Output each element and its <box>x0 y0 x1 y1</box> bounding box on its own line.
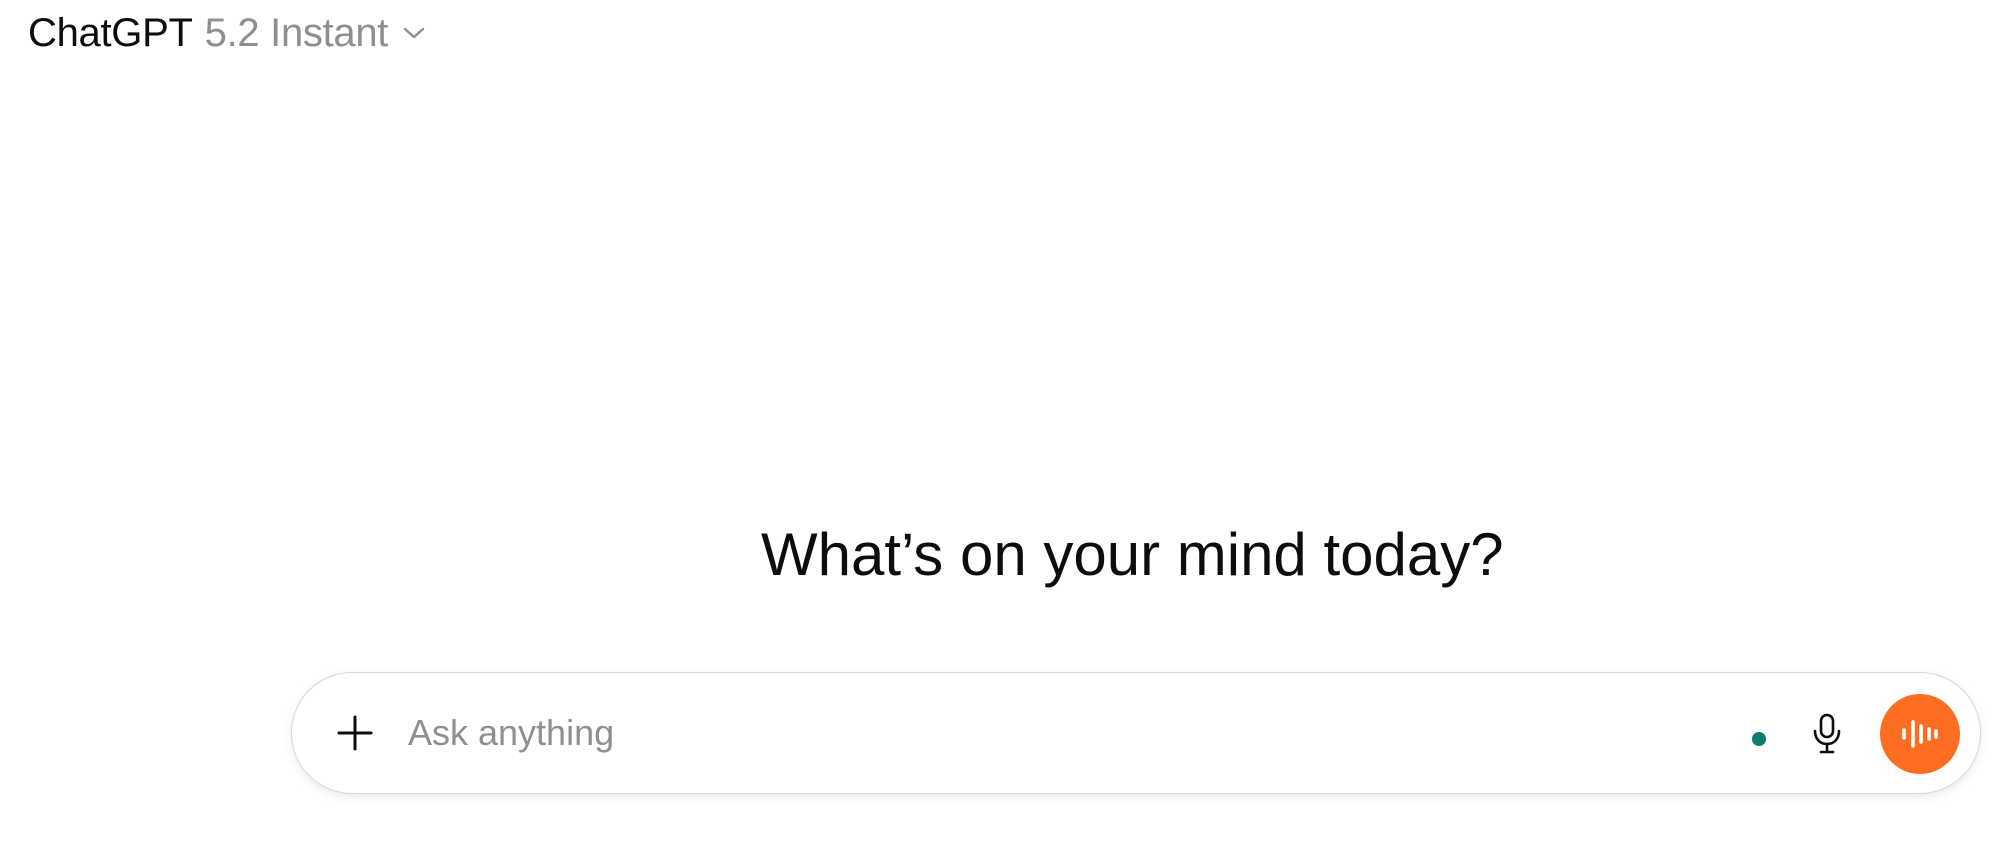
add-attachment-button[interactable] <box>332 710 378 756</box>
chat-app: ChatGPT 5.2 Instant What’s on your mind … <box>0 0 2012 860</box>
prompt-input[interactable] <box>408 703 1708 763</box>
microphone-icon <box>1810 712 1844 756</box>
status-dot <box>1752 732 1766 746</box>
plus-icon <box>335 713 375 753</box>
dictate-button[interactable] <box>1804 709 1850 759</box>
page-title: What’s on your mind today? <box>761 521 1504 588</box>
model-switcher[interactable]: ChatGPT 5.2 Instant <box>28 10 426 56</box>
model-version: 5.2 Instant <box>204 10 389 55</box>
chevron-down-icon <box>402 25 426 41</box>
headline-container: What’s on your mind today? <box>0 520 2012 600</box>
voice-mode-button[interactable] <box>1880 694 1960 774</box>
chat-composer <box>291 672 1981 794</box>
model-name: ChatGPT <box>28 10 193 55</box>
voice-waveform-icon <box>1900 716 1940 752</box>
